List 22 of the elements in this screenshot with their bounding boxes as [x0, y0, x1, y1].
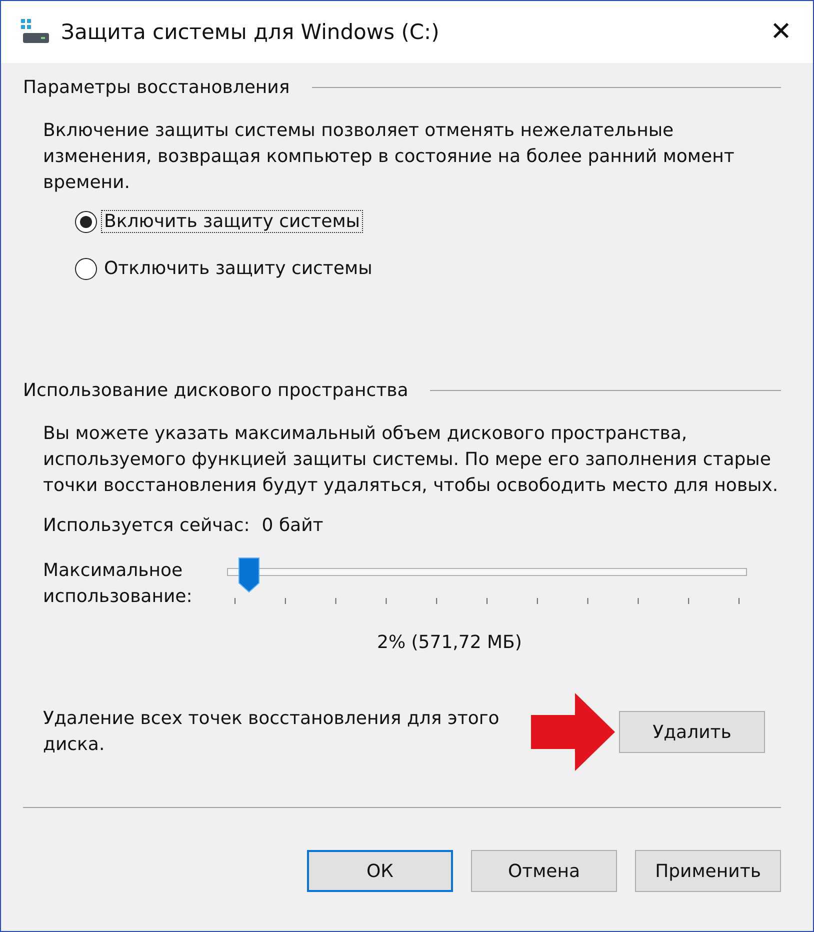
slider-thumb[interactable]: [238, 557, 260, 593]
radio-button[interactable]: [75, 210, 97, 232]
delete-description: Удаление всех точек восстановления для этого диска.: [43, 707, 500, 757]
drive-icon: [21, 19, 49, 45]
arrow-icon: [531, 693, 615, 771]
description-text: Вы можете указать максимальный объем дискового пространства, используемого функцией защиты системы. По мере его заполнения старые точки восстановления будут удаляться, чтобы освободить место для новых.: [43, 422, 780, 498]
radio-label[interactable]: Включить защиту системы: [101, 210, 363, 233]
usage-label: Используется сейчас:: [43, 515, 250, 536]
ok-button[interactable]: ОК: [307, 850, 453, 892]
cancel-button[interactable]: Отмена: [471, 850, 617, 892]
group-heading: Использование дискового пространства: [23, 380, 408, 401]
radio-label[interactable]: Отключить защиту системы: [101, 257, 376, 280]
close-button[interactable]: ✕: [749, 1, 813, 63]
max-usage-label: Максимальное использование:: [43, 559, 194, 609]
description-text: Включение защиты системы позволяет отменять нежелательные изменения, возвращая компьютер в состояние на более ранний момент времени.: [43, 119, 736, 195]
apply-button[interactable]: Применить: [635, 850, 781, 892]
slider-reading: 2% (571,72 МБ): [377, 632, 523, 653]
usage-value: 0 байт: [262, 515, 324, 536]
delete-button[interactable]: Удалить: [619, 711, 765, 753]
group-heading: Параметры восстановления: [23, 77, 290, 98]
window-title: Защита системы для Windows (C:): [61, 20, 440, 44]
radio-button[interactable]: [75, 258, 97, 280]
